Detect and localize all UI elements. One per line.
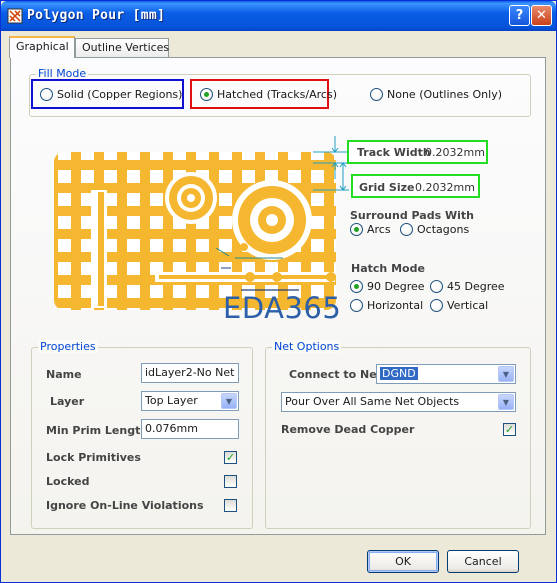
- grid-size-label: Grid Size: [359, 181, 415, 194]
- radio-45-indicator[interactable]: [430, 280, 443, 293]
- chevron-down-icon[interactable]: ▼: [498, 394, 514, 410]
- track-width-label: Track Width: [357, 146, 431, 159]
- name-input[interactable]: idLayer2-No Net: [141, 363, 239, 383]
- chevron-down-icon[interactable]: ▼: [498, 366, 514, 382]
- min-prim-length-input[interactable]: 0.076mm: [141, 419, 239, 439]
- radio-none[interactable]: None (Outlines Only): [370, 88, 502, 101]
- radio-vertical[interactable]: Vertical: [430, 299, 488, 312]
- radio-90-degree[interactable]: 90 Degree: [350, 280, 425, 293]
- help-button[interactable]: ?: [509, 5, 530, 26]
- layer-select[interactable]: Top Layer ▼: [141, 391, 239, 411]
- locked-label: Locked: [46, 475, 90, 488]
- cancel-button[interactable]: Cancel: [447, 550, 519, 573]
- radio-arcs-label: Arcs: [367, 223, 391, 236]
- radio-arcs-indicator[interactable]: [350, 223, 363, 236]
- title-bar[interactable]: Polygon Pour [mm] ? ✕: [1, 1, 556, 31]
- ok-button[interactable]: OK: [367, 550, 439, 573]
- connect-to-net-label: Connect to Net: [289, 368, 382, 381]
- grid-size-value: 0.2032mm: [415, 181, 475, 194]
- radio-arcs[interactable]: Arcs: [350, 223, 391, 236]
- radio-octagons[interactable]: Octagons: [400, 223, 469, 236]
- radio-hatched[interactable]: Hatched (Tracks/Arcs): [200, 88, 337, 101]
- radio-90-label: 90 Degree: [367, 280, 425, 293]
- eda365-watermark: EDA365: [223, 291, 342, 325]
- window-title: Polygon Pour [mm]: [27, 8, 166, 23]
- surround-pads-label: Surround Pads With: [350, 209, 474, 222]
- lock-primitives-checkbox[interactable]: ✓: [224, 451, 237, 464]
- radio-solid[interactable]: Solid (Copper Regions): [40, 88, 182, 101]
- radio-horizontal-label: Horizontal: [367, 299, 424, 312]
- layer-label: Layer: [50, 395, 85, 408]
- connect-to-net-value: DGND: [380, 367, 418, 380]
- polygon-pour-dialog: Polygon Pour [mm] ? ✕ Graphical Outline …: [0, 0, 557, 583]
- radio-45-degree[interactable]: 45 Degree: [430, 280, 505, 293]
- min-prim-length-label: Min Prim Length: [46, 424, 149, 437]
- ignore-violations-checkbox[interactable]: [224, 499, 237, 512]
- chevron-down-icon[interactable]: ▼: [221, 393, 237, 409]
- hatch-mode-label: Hatch Mode: [351, 262, 425, 275]
- remove-dead-copper-label: Remove Dead Copper: [281, 423, 415, 436]
- radio-horizontal-indicator[interactable]: [350, 299, 363, 312]
- layer-select-value: Top Layer: [145, 394, 198, 407]
- radio-solid-label: Solid (Copper Regions): [57, 88, 183, 101]
- radio-horizontal[interactable]: Horizontal: [350, 299, 423, 312]
- radio-none-label: None (Outlines Only): [387, 88, 502, 101]
- close-button[interactable]: ✕: [531, 5, 552, 26]
- net-options-label: Net Options: [272, 340, 342, 353]
- radio-90-indicator[interactable]: [350, 280, 363, 293]
- locked-checkbox[interactable]: [224, 475, 237, 488]
- connect-to-net-select[interactable]: DGND ▼: [376, 364, 516, 384]
- radio-octagons-indicator[interactable]: [400, 223, 413, 236]
- pour-over-select[interactable]: Pour Over All Same Net Objects ▼: [281, 392, 516, 412]
- polygon-icon: [7, 8, 23, 24]
- radio-octagons-label: Octagons: [417, 223, 470, 236]
- pour-over-value: Pour Over All Same Net Objects: [285, 395, 460, 408]
- radio-hatched-label: Hatched (Tracks/Arcs): [217, 88, 337, 101]
- radio-45-label: 45 Degree: [447, 280, 505, 293]
- name-label: Name: [46, 368, 82, 381]
- track-width-value: 0.2032mm: [425, 146, 485, 159]
- lock-primitives-label: Lock Primitives: [46, 451, 141, 464]
- tab-outline-vertices[interactable]: Outline Vertices: [75, 38, 169, 57]
- tab-graphical[interactable]: Graphical: [9, 36, 75, 58]
- radio-vertical-label: Vertical: [447, 299, 489, 312]
- radio-none-indicator[interactable]: [370, 88, 383, 101]
- radio-vertical-indicator[interactable]: [430, 299, 443, 312]
- dimension-arrows: [313, 136, 349, 191]
- radio-hatched-indicator[interactable]: [200, 88, 213, 101]
- properties-label: Properties: [38, 340, 98, 353]
- ignore-violations-label: Ignore On-Line Violations: [46, 499, 204, 512]
- remove-dead-copper-checkbox[interactable]: ✓: [503, 423, 516, 436]
- radio-solid-indicator[interactable]: [40, 88, 53, 101]
